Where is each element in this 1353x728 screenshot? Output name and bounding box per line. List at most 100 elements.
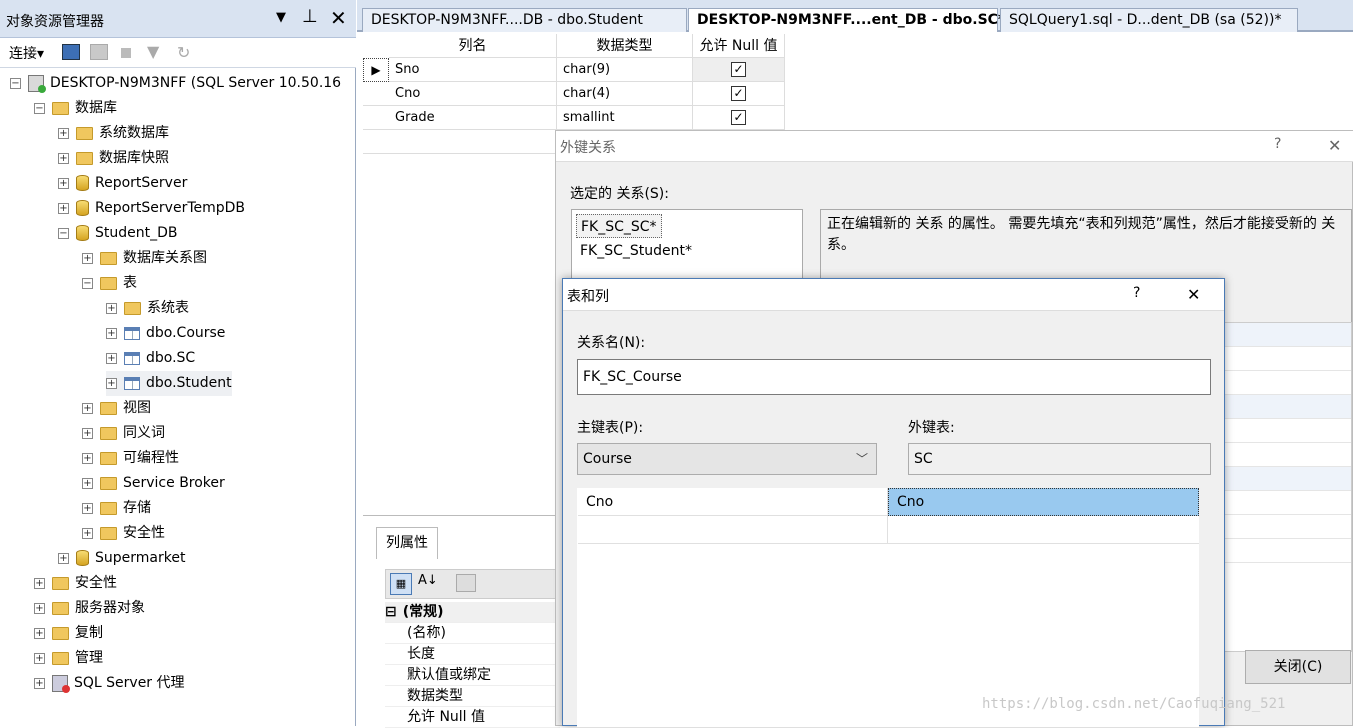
tree-node[interactable]: + 安全性 — [34, 571, 117, 596]
tree-node[interactable]: − Student_DB — [58, 221, 178, 246]
tree-node[interactable]: − 表 — [82, 271, 137, 296]
tab-sc[interactable]: DESKTOP-N9M3NFF....ent_DB - dbo.SC* — [688, 8, 1005, 32]
data-type-cell[interactable]: char(9) — [557, 58, 693, 82]
tree-node[interactable]: + 系统数据库 — [58, 121, 169, 146]
section-collapse-icon[interactable]: ⊟ — [385, 604, 397, 620]
expand-icon[interactable]: + — [106, 377, 117, 389]
column-name-cell[interactable]: Grade — [389, 106, 557, 130]
column-name-cell[interactable] — [389, 130, 557, 154]
expand-icon[interactable]: + — [34, 652, 45, 664]
collapse-icon[interactable]: − — [58, 227, 69, 239]
row-selector[interactable] — [363, 106, 389, 130]
column-properties-tab[interactable]: 列属性 — [376, 527, 438, 559]
column-name-cell[interactable]: Cno — [389, 82, 557, 106]
tree-node[interactable]: + ReportServer — [58, 171, 187, 196]
property-default[interactable]: 默认值或绑定 — [385, 665, 560, 686]
expand-icon[interactable]: + — [58, 127, 69, 139]
tree-node[interactable]: + 数据库关系图 — [82, 246, 207, 271]
allow-null-checkbox[interactable]: ✓ — [731, 86, 746, 101]
close-button[interactable]: 关闭(C) — [1245, 650, 1351, 684]
tree-node[interactable]: + 存储 — [82, 496, 151, 521]
close-icon[interactable]: ✕ — [1328, 136, 1341, 155]
tree-node[interactable]: + 安全性 — [82, 521, 165, 546]
alphabetical-sort-icon[interactable]: A↓ — [418, 573, 438, 588]
tree-node[interactable]: + 服务器对象 — [34, 596, 145, 621]
allow-null-cell[interactable]: ✓ — [693, 58, 785, 82]
relation-item[interactable]: FK_SC_Student* — [576, 239, 692, 263]
tab-student[interactable]: DESKTOP-N9M3NFF....DB - dbo.Student — [362, 8, 687, 32]
column-name-cell[interactable]: Sno — [389, 58, 557, 82]
tree-node[interactable]: + 系统表 — [106, 296, 189, 321]
row-selector-arrow-icon[interactable]: ▶ — [363, 58, 389, 82]
expand-icon[interactable]: + — [58, 202, 69, 214]
filter-icon[interactable]: ▼ — [147, 42, 159, 61]
row-selector[interactable] — [363, 82, 389, 106]
help-icon[interactable]: ? — [1133, 285, 1140, 301]
tree-node[interactable]: + 同义词 — [82, 421, 165, 446]
tree-node[interactable]: + 管理 — [34, 646, 103, 671]
property-datatype[interactable]: 数据类型 — [385, 686, 560, 707]
allow-null-cell[interactable]: ✓ — [693, 106, 785, 130]
allow-null-checkbox[interactable]: ✓ — [731, 110, 746, 125]
property-name[interactable]: (名称) — [385, 623, 560, 644]
expand-icon[interactable]: + — [34, 577, 45, 589]
expand-icon[interactable]: + — [58, 552, 69, 564]
relation-properties-grid[interactable] — [1222, 322, 1352, 652]
expand-icon[interactable]: + — [34, 677, 45, 689]
stop-icon[interactable] — [121, 48, 131, 58]
connect-button[interactable]: 连接▾ — [9, 43, 44, 63]
expand-icon[interactable]: + — [58, 152, 69, 164]
pin-icon[interactable]: ⊥ — [302, 6, 318, 27]
collapse-icon[interactable]: − — [34, 102, 45, 114]
close-icon[interactable]: ✕ — [330, 6, 347, 30]
foreign-key-column-cell[interactable] — [888, 516, 1199, 544]
help-icon[interactable]: ? — [1274, 136, 1281, 152]
property-allow-null[interactable]: 允许 Null 值 — [385, 707, 560, 728]
tree-node[interactable]: + SQL Server 代理 — [34, 671, 185, 696]
tree-node[interactable]: − 数据库 — [34, 96, 117, 121]
expand-icon[interactable]: + — [82, 402, 93, 414]
data-type-cell[interactable]: smallint — [557, 106, 693, 130]
close-icon[interactable]: ✕ — [1187, 285, 1200, 304]
data-type-cell[interactable]: char(4) — [557, 82, 693, 106]
tree-node[interactable]: + ReportServerTempDB — [58, 196, 245, 221]
primary-key-column-cell[interactable] — [578, 516, 888, 544]
expand-icon[interactable]: + — [106, 352, 117, 364]
expand-icon[interactable]: + — [34, 627, 45, 639]
tree-node[interactable]: + 数据库快照 — [58, 146, 169, 171]
tree-node[interactable]: + 复制 — [34, 621, 103, 646]
tree-node[interactable]: + 可编程性 — [82, 446, 179, 471]
expand-icon[interactable]: + — [82, 252, 93, 264]
tab-sqlquery[interactable]: SQLQuery1.sql - D...dent_DB (sa (52))* — [1000, 8, 1298, 32]
expand-icon[interactable]: + — [82, 477, 93, 489]
row-selector[interactable] — [363, 130, 389, 154]
relation-item[interactable]: FK_SC_SC* — [576, 214, 662, 238]
expand-icon[interactable]: + — [106, 327, 117, 339]
tree-node[interactable]: + dbo.Course — [106, 321, 225, 346]
expand-icon[interactable]: + — [106, 302, 117, 314]
expand-icon[interactable]: + — [34, 602, 45, 614]
tree-node[interactable]: + Supermarket — [58, 546, 185, 571]
expand-icon[interactable]: + — [82, 527, 93, 539]
primary-key-column-cell[interactable]: Cno — [578, 488, 888, 516]
tree-node[interactable]: − DESKTOP-N9M3NFF (SQL Server 10.50.16 — [10, 71, 341, 96]
collapse-icon[interactable]: − — [82, 277, 93, 289]
property-pages-icon[interactable] — [456, 574, 476, 592]
expand-icon[interactable]: + — [58, 177, 69, 189]
primary-key-table-select[interactable]: Course ﹀ — [577, 443, 877, 475]
categorized-icon[interactable]: ▦ — [390, 573, 412, 595]
tree-node[interactable]: + 视图 — [82, 396, 151, 421]
tree-node[interactable]: + dbo.Student — [106, 371, 232, 396]
expand-icon[interactable]: + — [82, 502, 93, 514]
tree-node[interactable]: + dbo.SC — [106, 346, 195, 371]
foreign-key-column-cell[interactable]: Cno — [888, 488, 1199, 516]
refresh-icon[interactable]: ↻ — [177, 43, 190, 62]
expand-icon[interactable]: + — [82, 427, 93, 439]
dropdown-arrow-icon[interactable]: ▼ — [276, 10, 286, 25]
expand-icon[interactable]: + — [82, 452, 93, 464]
relation-name-input[interactable]: FK_SC_Course — [577, 359, 1211, 395]
tree-node[interactable]: + Service Broker — [82, 471, 225, 496]
allow-null-cell[interactable]: ✓ — [693, 82, 785, 106]
property-length[interactable]: 长度 — [385, 644, 560, 665]
collapse-icon[interactable]: − — [10, 77, 21, 89]
